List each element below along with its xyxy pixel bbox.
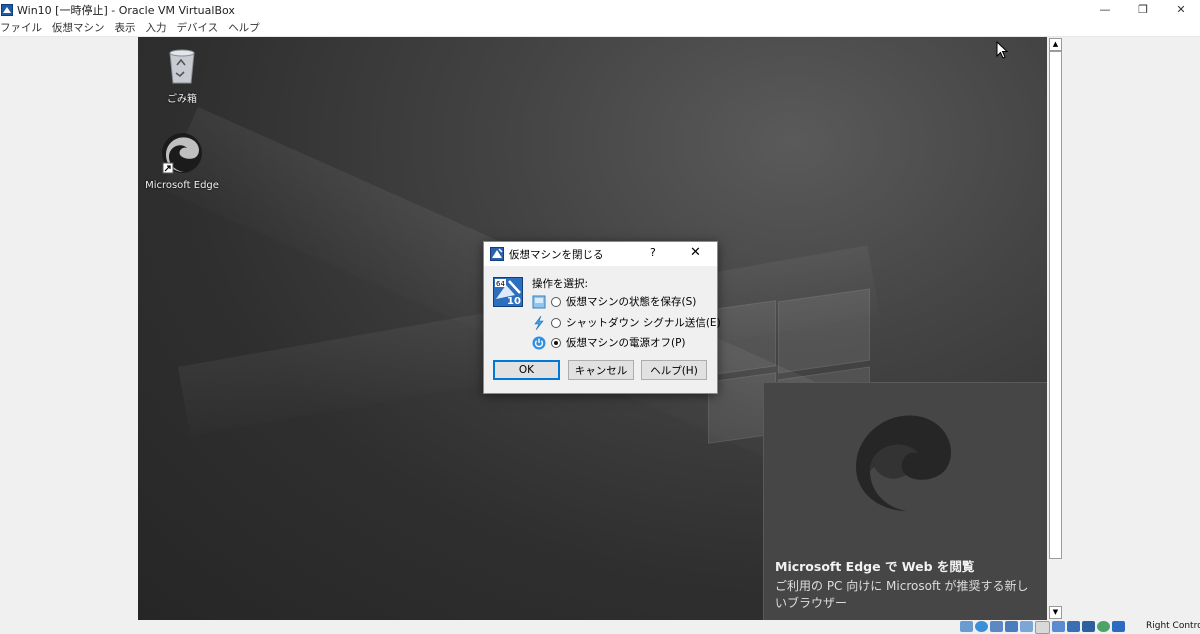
menu-input[interactable]: 入力 [141, 20, 172, 35]
network-icon[interactable] [1005, 621, 1018, 632]
window-title: Win10 [一時停止] - Oracle VM VirtualBox [17, 3, 235, 17]
menu-view[interactable]: 表示 [110, 20, 141, 35]
radio-save-state[interactable] [551, 296, 561, 307]
window-titlebar: Win10 [一時停止] - Oracle VM VirtualBox — ❐ … [0, 0, 1200, 19]
display-icon[interactable] [1052, 621, 1065, 632]
audio-icon[interactable] [990, 621, 1003, 632]
menu-help[interactable]: ヘルプ [223, 20, 265, 35]
option-shutdown-signal[interactable]: シャットダウン シグナル送信(E) [532, 315, 721, 330]
maximize-button[interactable]: ❐ [1124, 0, 1162, 19]
cpu-icon[interactable] [1082, 621, 1095, 632]
option-label: 仮想マシンの状態を保存(S) [566, 296, 697, 308]
hard-disk-icon[interactable] [960, 621, 973, 632]
scroll-up-button[interactable]: ▲ [1049, 38, 1062, 51]
dialog-title: 仮想マシンを閉じる [509, 249, 604, 261]
host-key-label: Right Control [1146, 621, 1200, 631]
desktop-icon-label: ごみ箱 [167, 94, 197, 105]
close-vm-dialog: 仮想マシンを閉じる ? ✕ 64 10 操作を選択: 仮想マシンの状態を保存(S… [483, 241, 721, 394]
desktop-icon-recycle-bin[interactable]: ごみ箱 [142, 45, 222, 105]
virtualbox-icon [1, 3, 13, 16]
scroll-down-button[interactable]: ▼ [1049, 606, 1062, 619]
help-button[interactable]: ヘルプ(H) [641, 360, 707, 380]
radio-shutdown-signal[interactable] [551, 317, 561, 328]
lightning-icon [534, 315, 544, 330]
dialog-prompt: 操作を選択: [532, 278, 589, 290]
toast-body: ご利用の PC 向けに Microsoft が推奨する新しいブラウザー [775, 579, 1029, 610]
option-save-state[interactable]: 仮想マシンの状態を保存(S) [532, 294, 696, 309]
desktop-icon-edge[interactable]: Microsoft Edge [142, 131, 222, 191]
edge-promo-toast[interactable]: Microsoft Edge で Web を閲覧 ご利用の PC 向けに Mic… [763, 382, 1047, 620]
toast-title: Microsoft Edge で Web を閲覧 [775, 559, 975, 574]
virtualbox-icon [490, 247, 504, 261]
menu-bar: ファイル 仮想マシン 表示 入力 デバイス ヘルプ [0, 19, 1200, 37]
option-label: 仮想マシンの電源オフ(P) [566, 337, 686, 349]
edge-icon [162, 133, 202, 174]
power-icon [532, 336, 546, 349]
windows10-64-icon: 64 10 [493, 277, 523, 307]
recording-icon[interactable] [1067, 621, 1080, 632]
menu-machine[interactable]: 仮想マシン [47, 20, 110, 35]
dialog-close-button[interactable]: ✕ [690, 245, 701, 260]
save-state-icon [532, 295, 546, 308]
window-controls: — ❐ ✕ [1086, 0, 1200, 19]
host-key-icon[interactable] [1112, 621, 1125, 632]
dialog-help-button[interactable]: ? [650, 246, 656, 259]
dialog-titlebar: 仮想マシンを閉じる ? ✕ [484, 242, 717, 266]
option-label: シャットダウン シグナル送信(E) [566, 317, 721, 329]
mouse-pointer-icon [996, 41, 1008, 59]
shared-folder-icon[interactable] [1035, 621, 1050, 634]
desktop-icon-label: Microsoft Edge [145, 180, 219, 191]
status-bar: Right Control [0, 620, 1200, 634]
status-icons [960, 621, 1125, 634]
option-power-off[interactable]: 仮想マシンの電源オフ(P) [532, 335, 686, 350]
recycle-bin-icon [169, 49, 195, 84]
menu-devices[interactable]: デバイス [172, 20, 224, 35]
usb-icon[interactable] [1020, 621, 1033, 632]
minimize-button[interactable]: — [1086, 0, 1124, 19]
mouse-integration-icon[interactable] [1097, 621, 1110, 632]
radio-power-off[interactable] [551, 337, 561, 348]
scroll-thumb[interactable] [1049, 51, 1062, 559]
ok-button[interactable]: OK [493, 360, 560, 380]
menu-file[interactable]: ファイル [0, 20, 47, 35]
svg-text:64: 64 [496, 280, 505, 288]
close-button[interactable]: ✕ [1162, 0, 1200, 19]
svg-text:10: 10 [507, 296, 521, 307]
optical-drive-icon[interactable] [975, 621, 988, 632]
vertical-scrollbar[interactable]: ▲ ▼ [1047, 37, 1062, 620]
cancel-button[interactable]: キャンセル [568, 360, 634, 380]
edge-logo-icon [854, 409, 958, 513]
